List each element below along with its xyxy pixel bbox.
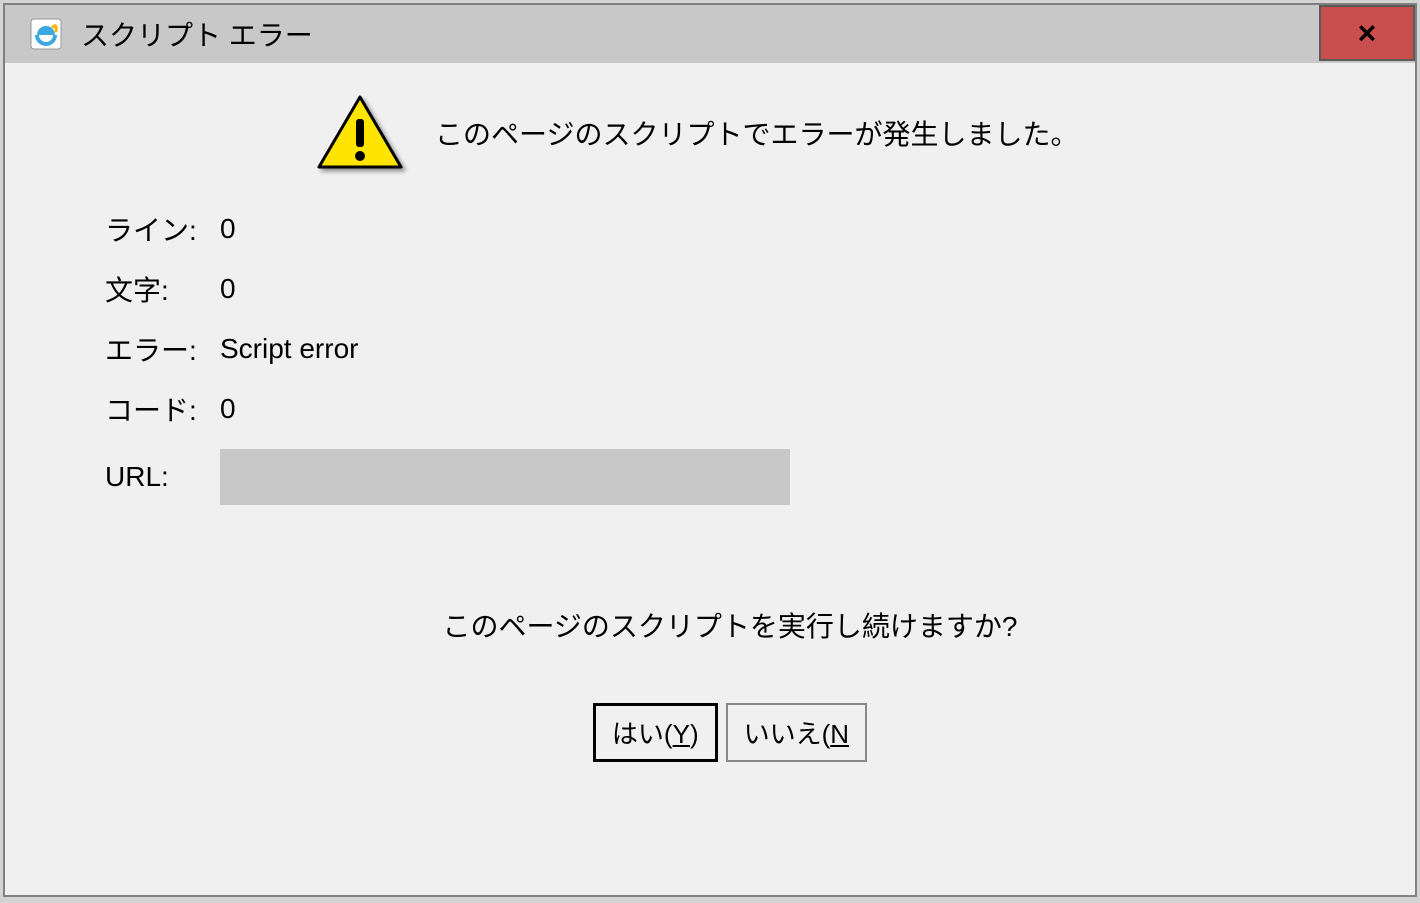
detail-url: URL: [105,449,1355,505]
line-label: ライン: [105,209,220,249]
error-value: Script error [220,333,358,365]
detail-code: コード: 0 [105,389,1355,429]
url-value [220,449,790,505]
ie-icon [29,17,63,51]
error-label: エラー: [105,329,220,369]
detail-line: ライン: 0 [105,209,1355,249]
no-button[interactable]: いいえ(N [726,703,867,762]
close-button[interactable]: × [1319,5,1415,61]
error-details: ライン: 0 文字: 0 エラー: Script error コード: 0 UR… [105,209,1355,505]
detail-error: エラー: Script error [105,329,1355,369]
yes-button[interactable]: はい(Y) [593,703,718,762]
warning-icon [315,93,405,173]
code-value: 0 [220,393,236,425]
button-row: はい(Y) いいえ(N [105,703,1355,762]
script-error-dialog: スクリプト エラー × このページのスクリプトでエラーが発生しました。 ライン:… [3,3,1417,897]
detail-char: 文字: 0 [105,269,1355,309]
char-value: 0 [220,273,236,305]
code-label: コード: [105,389,220,429]
error-header: このページのスクリプトでエラーが発生しました。 [105,93,1355,173]
line-value: 0 [220,213,236,245]
continue-prompt: このページのスクリプトを実行し続けますか? [105,605,1355,645]
dialog-content: このページのスクリプトでエラーが発生しました。 ライン: 0 文字: 0 エラー… [5,63,1415,792]
close-icon: × [1358,17,1377,49]
titlebar: スクリプト エラー × [5,5,1415,63]
url-label: URL: [105,461,220,493]
dialog-title: スクリプト エラー [81,14,313,54]
char-label: 文字: [105,269,220,309]
error-message: このページのスクリプトでエラーが発生しました。 [435,113,1078,153]
